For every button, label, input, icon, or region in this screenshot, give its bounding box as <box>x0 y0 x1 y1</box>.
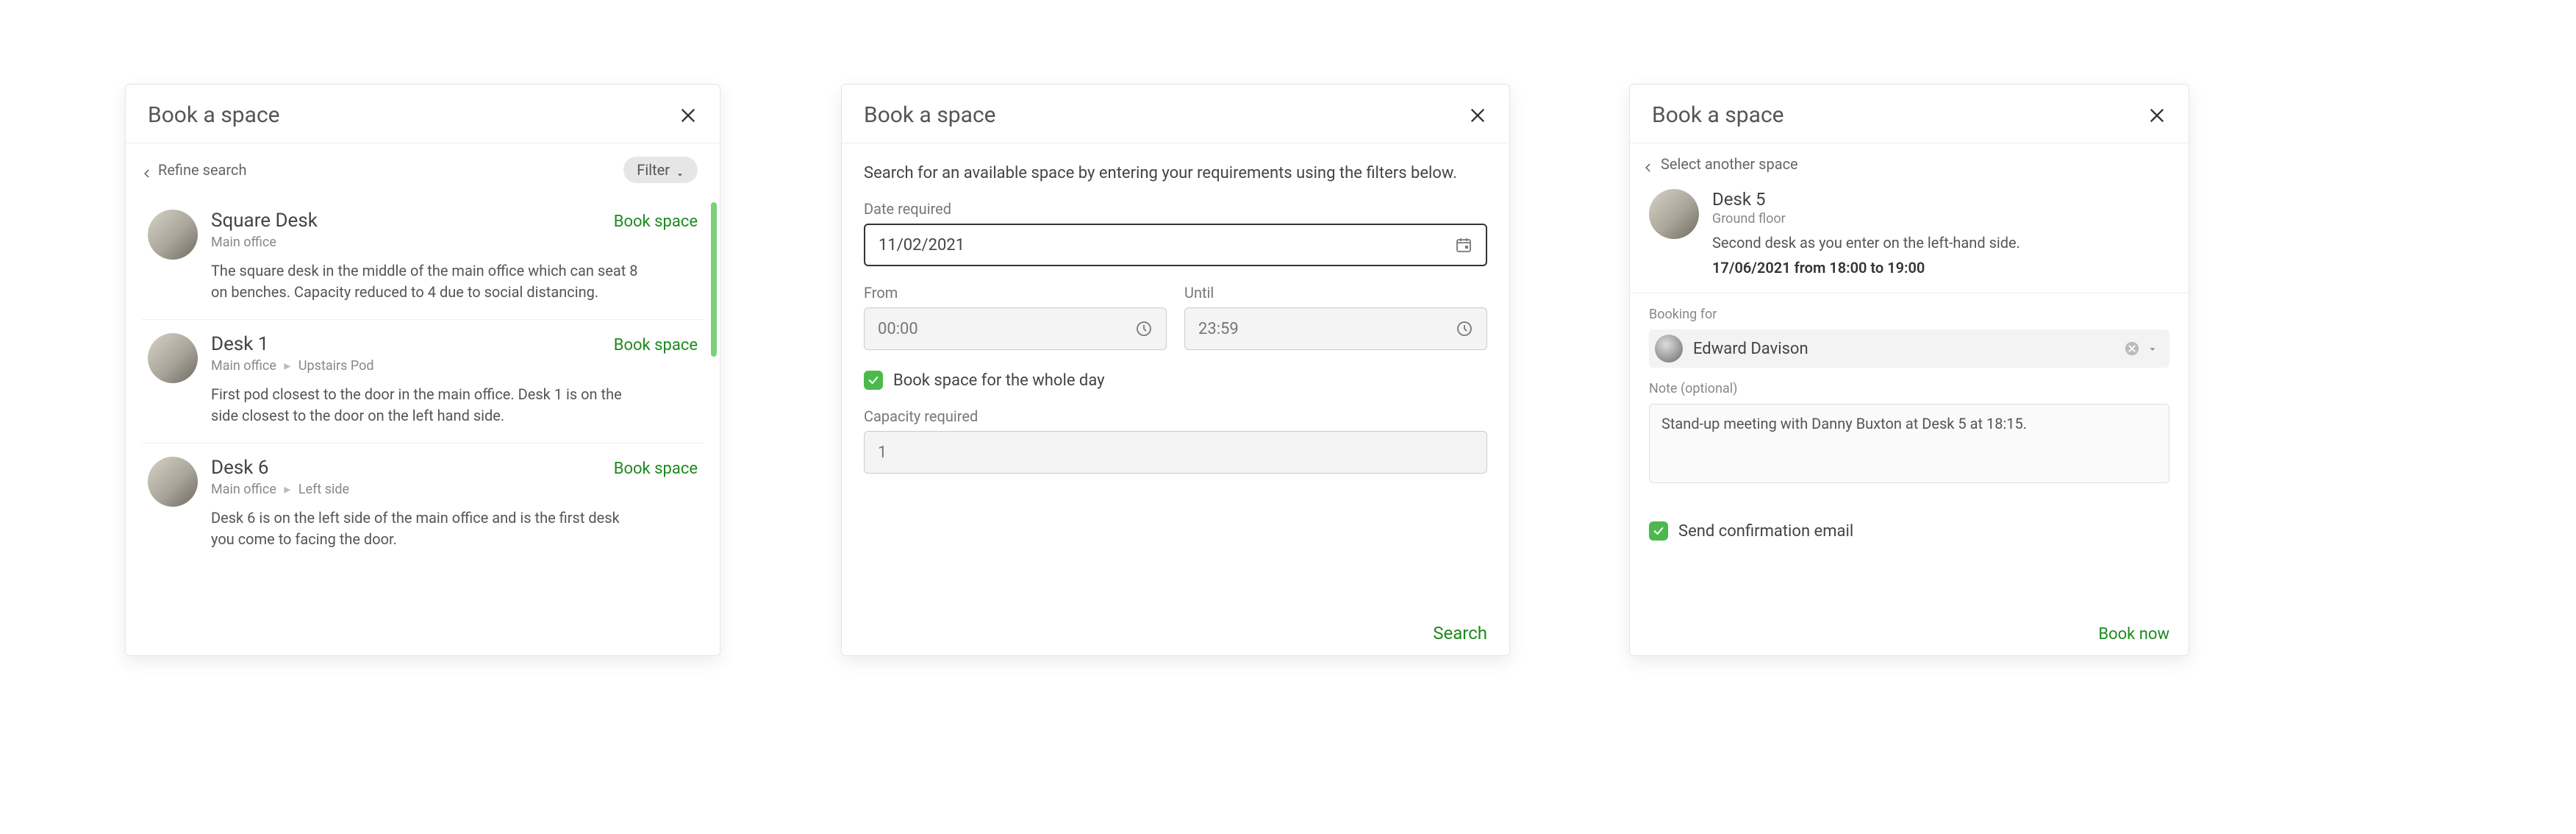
whole-day-checkbox[interactable] <box>864 371 883 390</box>
select-another-space-label: Select another space <box>1661 155 1798 173</box>
whole-day-label: Book space for the whole day <box>893 371 1105 390</box>
space-thumbnail <box>148 333 198 383</box>
panel-search: Book a space Search for an available spa… <box>841 84 1510 656</box>
space-thumbnail <box>148 210 198 260</box>
search-button[interactable]: Search <box>1433 623 1487 644</box>
space-name: Desk 5 <box>1712 189 2020 210</box>
refine-search-link[interactable]: Refine search <box>142 161 247 179</box>
space-description: Desk 6 is on the left side of the main o… <box>211 507 640 550</box>
note-label: Note (optional) <box>1630 368 2189 404</box>
results-toolbar: Refine search Filter <box>126 143 720 196</box>
date-value: 11/02/2021 <box>879 236 965 254</box>
book-space-link[interactable]: Book space <box>614 213 698 231</box>
capacity-input[interactable]: 1 <box>864 431 1487 474</box>
space-thumbnail <box>148 457 198 507</box>
filter-button[interactable]: Filter <box>623 157 698 183</box>
space-path-part: Left side <box>298 482 349 497</box>
space-location: Ground floor <box>1712 211 2020 227</box>
close-icon[interactable] <box>2147 106 2167 125</box>
chevron-left-icon <box>1643 159 1653 169</box>
close-icon[interactable] <box>1468 106 1487 125</box>
space-name: Desk 6 <box>211 457 269 479</box>
person-name: Edward Davison <box>1693 340 1808 358</box>
panel-title: Book a space <box>148 102 280 128</box>
book-space-link[interactable]: Book space <box>614 460 698 478</box>
book-space-link[interactable]: Book space <box>614 336 698 354</box>
caret-down-icon[interactable] <box>2147 343 2158 354</box>
from-value: 00:00 <box>878 320 918 338</box>
clock-icon <box>1456 320 1473 338</box>
confirmation-email-checkbox[interactable] <box>1649 521 1668 541</box>
search-hint: Search for an available space by enterin… <box>864 164 1487 182</box>
space-description: The square desk in the middle of the mai… <box>211 260 640 303</box>
space-path-part: Main office <box>211 235 276 250</box>
close-icon[interactable] <box>679 106 698 125</box>
calendar-icon[interactable] <box>1455 236 1473 254</box>
results-list: Square Desk Book space Main office The s… <box>126 196 720 656</box>
result-item: Square Desk Book space Main office The s… <box>142 196 704 319</box>
book-now-button[interactable]: Book now <box>2098 625 2169 644</box>
space-path-part: Main office <box>211 358 276 374</box>
breadcrumb-separator-icon: ▸ <box>284 358 290 374</box>
refine-search-label: Refine search <box>158 161 247 179</box>
selected-space: Desk 5 Ground floor Second desk as you e… <box>1630 173 2189 293</box>
confirmation-email-label: Send confirmation email <box>1678 522 1853 541</box>
space-name: Desk 1 <box>211 333 269 355</box>
space-path-part: Upstairs Pod <box>298 358 374 374</box>
avatar <box>1655 335 1683 363</box>
from-time-input[interactable]: 00:00 <box>864 307 1167 350</box>
scrollbar-thumb[interactable] <box>711 202 717 357</box>
panel-title: Book a space <box>864 102 996 128</box>
booking-for-label: Booking for <box>1630 293 2189 329</box>
space-thumbnail <box>1649 189 1699 239</box>
note-textarea[interactable] <box>1649 404 2169 483</box>
panel-header: Book a space <box>842 85 1509 143</box>
clear-selection-icon[interactable] <box>2124 341 2140 357</box>
filter-label: Filter <box>637 161 670 179</box>
space-path: Main office ▸ Upstairs Pod <box>211 358 698 374</box>
space-description: First pod closest to the door in the mai… <box>211 384 640 427</box>
panel-title: Book a space <box>1652 102 1784 128</box>
date-required-input[interactable]: 11/02/2021 <box>864 224 1487 266</box>
space-path: Main office <box>211 235 698 250</box>
space-path: Main office ▸ Left side <box>211 482 698 497</box>
space-name: Square Desk <box>211 210 318 232</box>
panel-header: Book a space <box>1630 85 2189 143</box>
clock-icon <box>1135 320 1153 338</box>
chevron-left-icon <box>142 165 152 175</box>
until-label: Until <box>1184 284 1487 302</box>
result-item: Desk 6 Book space Main office ▸ Left sid… <box>142 443 704 566</box>
until-value: 23:59 <box>1198 320 1239 338</box>
panel-confirm: Book a space Select another space Desk 5… <box>1629 84 2189 656</box>
date-required-label: Date required <box>864 200 1487 218</box>
booking-for-select[interactable]: Edward Davison <box>1649 329 2169 368</box>
breadcrumb-separator-icon: ▸ <box>284 482 290 497</box>
from-label: From <box>864 284 1167 302</box>
until-time-input[interactable]: 23:59 <box>1184 307 1487 350</box>
space-path-part: Main office <box>211 482 276 497</box>
booking-when: 17/06/2021 from 18:00 to 19:00 <box>1712 259 2020 277</box>
capacity-value: 1 <box>878 443 887 462</box>
panel-results: Book a space Refine search Filter Square… <box>125 84 720 656</box>
space-description: Second desk as you enter on the left-han… <box>1712 234 2020 252</box>
select-another-space-link[interactable]: Select another space <box>1630 143 2189 173</box>
caret-down-icon <box>676 165 684 174</box>
capacity-label: Capacity required <box>864 407 1487 425</box>
result-item: Desk 1 Book space Main office ▸ Upstairs… <box>142 319 704 443</box>
panel-header: Book a space <box>126 85 720 143</box>
